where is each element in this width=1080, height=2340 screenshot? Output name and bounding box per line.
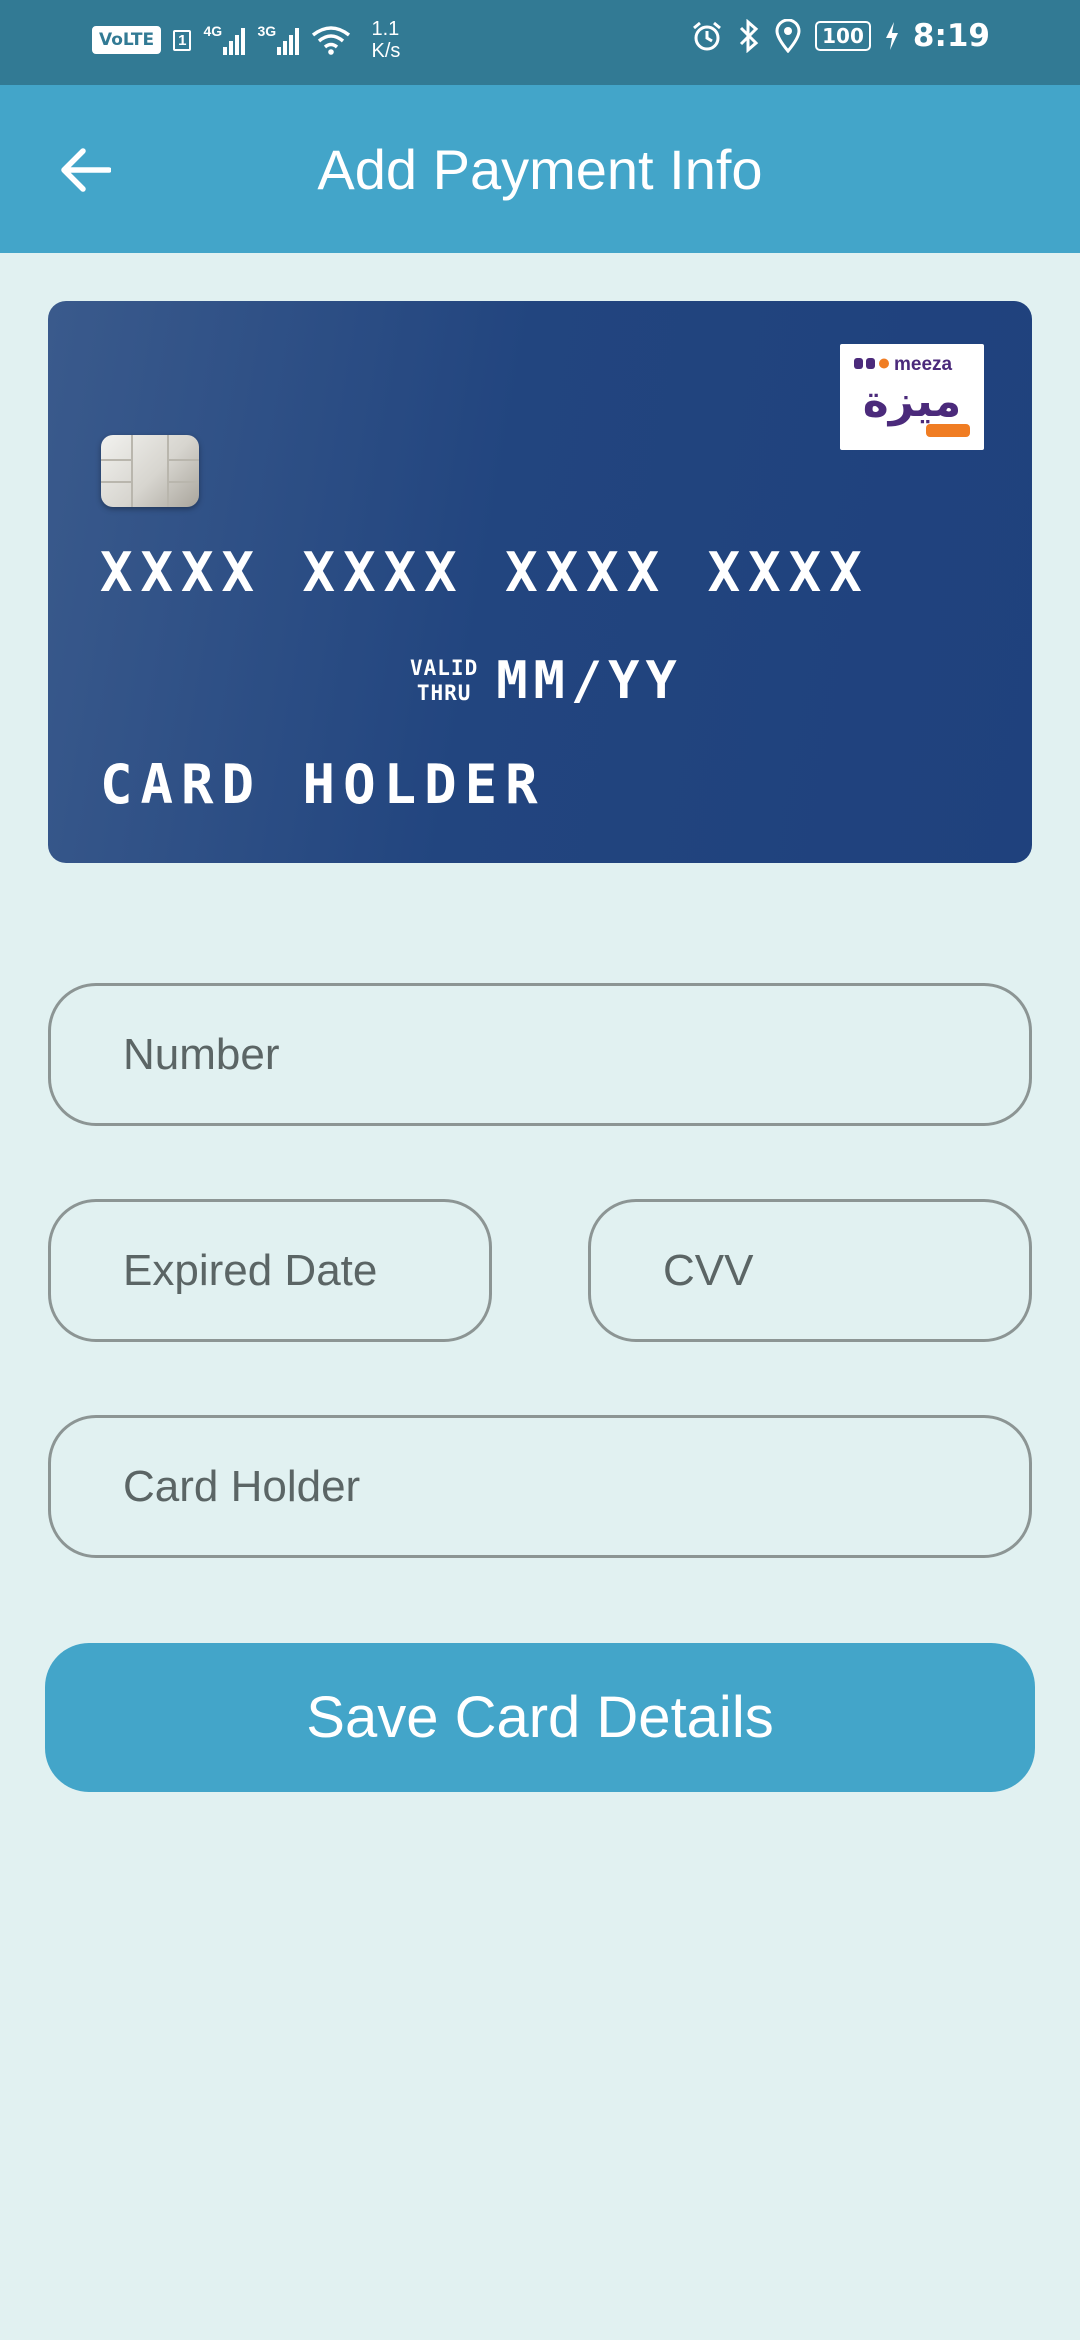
signal-icon: 4G	[203, 23, 246, 55]
volte-indicator: VoLTE	[92, 26, 162, 54]
charging-icon	[885, 22, 898, 50]
status-bar: VoLTE 1 4G 3G 1.1 K/s 100 8:19	[0, 0, 1080, 85]
battery-icon: 100	[815, 21, 871, 51]
card-holder-display: CARD HOLDER	[100, 753, 546, 816]
expiry-display: MM/YY	[496, 651, 683, 711]
cvv-field[interactable]	[588, 1199, 1032, 1342]
credit-card-preview: meeza ميزة XXXX XXXX XXXX XXXX VALID THR…	[48, 301, 1032, 863]
valid-thru: VALID THRU MM/YY	[410, 651, 683, 711]
alarm-icon	[693, 21, 722, 51]
status-right: 100 8:19	[691, 18, 990, 54]
valid-thru-label: VALID THRU	[410, 656, 479, 705]
card-holder-field[interactable]	[48, 1415, 1032, 1558]
meeza-logo: meeza ميزة	[840, 344, 984, 450]
expiry-field[interactable]	[48, 1199, 492, 1342]
cvv-input[interactable]	[591, 1245, 1029, 1296]
signal-icon: 3G	[257, 23, 300, 55]
clock: 8:19	[912, 18, 990, 54]
network-type-2: 3G	[257, 23, 277, 39]
svg-text:meeza: meeza	[894, 354, 953, 375]
save-card-button[interactable]: Save Card Details	[45, 1643, 1035, 1792]
chip-icon	[101, 435, 199, 507]
network-speed: 1.1 K/s	[371, 18, 400, 62]
app-bar: Add Payment Info	[0, 85, 1080, 253]
network-type-1: 4G	[203, 23, 223, 39]
bluetooth-icon	[740, 19, 759, 53]
wifi-icon	[312, 26, 351, 55]
card-holder-input[interactable]	[51, 1461, 1029, 1512]
number-input[interactable]	[51, 1029, 1029, 1080]
location-icon	[775, 19, 801, 53]
svg-text:ميزة: ميزة	[863, 376, 962, 427]
speed-unit: K/s	[371, 40, 401, 62]
number-field[interactable]	[48, 983, 1032, 1126]
sim-indicator: 1	[173, 29, 192, 51]
card-number-display: XXXX XXXX XXXX XXXX	[100, 541, 870, 604]
expiry-input[interactable]	[51, 1245, 489, 1296]
page-title: Add Payment Info	[317, 138, 763, 201]
status-left: VoLTE 1 4G 3G 1.1 K/s	[92, 18, 400, 62]
speed-value: 1.1	[371, 18, 400, 40]
